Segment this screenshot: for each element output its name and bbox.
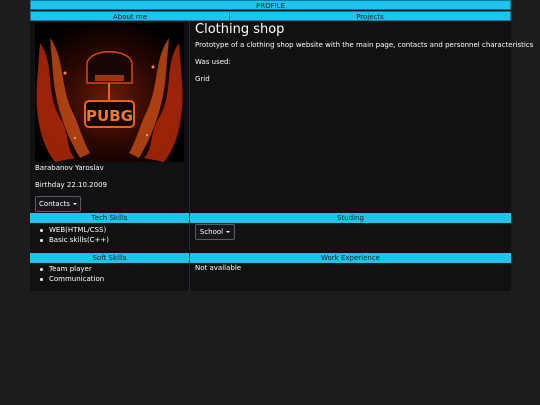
list-item: Basic skills(C++)	[35, 235, 109, 245]
page-header: PROFILE	[30, 0, 511, 10]
tech-skills-list: WEB(HTML/CSS) Basic skills(C++)	[35, 225, 109, 245]
tab-about-me[interactable]: About me	[30, 11, 230, 21]
chevron-down-icon	[72, 203, 77, 205]
soft-skills-list: Team player Communication	[35, 264, 104, 284]
column-divider	[189, 21, 190, 212]
list-item: Team player	[35, 264, 104, 274]
project-description: Prototype of a clothing shop website wit…	[195, 41, 534, 49]
soft-skills-header: Soft Skills	[30, 253, 189, 263]
column-divider	[189, 223, 190, 253]
project-used-value: Grid	[195, 75, 210, 83]
column-divider	[189, 262, 190, 291]
list-item: Communication	[35, 274, 104, 284]
profile-name: Barabanov Yaroslav	[35, 164, 104, 172]
school-label: School	[199, 228, 224, 236]
profile-page: PROFILE About me Projects PUBG Barabanov…	[30, 0, 533, 291]
project-title: Clothing shop	[195, 22, 285, 37]
pubg-artwork: PUBG	[35, 23, 184, 162]
work-experience-header: Work Experience	[190, 253, 511, 263]
avatar: PUBG	[35, 23, 184, 162]
profile-birthday: Birthday 22.10.2009	[35, 181, 107, 189]
tab-projects[interactable]: Projects	[229, 11, 511, 21]
project-used-label: Was used:	[195, 58, 231, 66]
tech-skills-header: Tech Skills	[30, 213, 189, 223]
contacts-label: Contacts	[39, 200, 70, 208]
chevron-down-icon	[226, 231, 231, 233]
avatar-logo-text: PUBG	[86, 107, 133, 125]
school-dropdown-button[interactable]: School	[195, 224, 235, 240]
list-item: WEB(HTML/CSS)	[35, 225, 109, 235]
work-experience-text: Not available	[195, 264, 242, 272]
studing-header: Studing	[190, 213, 511, 223]
contacts-dropdown-button[interactable]: Contacts	[35, 196, 81, 212]
